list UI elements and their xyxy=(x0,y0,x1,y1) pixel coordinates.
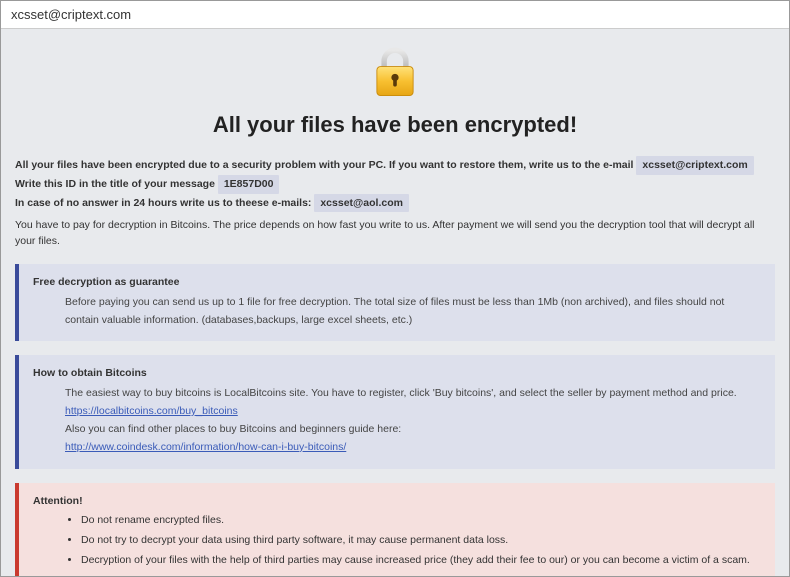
lock-icon-wrap xyxy=(15,37,775,108)
bitcoins-section: How to obtain Bitcoins The easiest way t… xyxy=(15,355,775,468)
bitcoins-body: The easiest way to buy bitcoins is Local… xyxy=(33,385,761,456)
lock-icon xyxy=(366,43,424,101)
intro-line2: Write this ID in the title of your messa… xyxy=(15,178,218,190)
bitcoins-title: How to obtain Bitcoins xyxy=(33,365,761,383)
guarantee-section: Free decryption as guarantee Before payi… xyxy=(15,264,775,342)
list-item: Do not rename encrypted files. xyxy=(81,512,761,530)
main-heading: All your files have been encrypted! xyxy=(15,112,775,138)
attention-list: Do not rename encrypted files. Do not tr… xyxy=(33,512,761,570)
intro-line1: All your files have been encrypted due t… xyxy=(15,159,636,171)
list-item: Decryption of your files with the help o… xyxy=(81,552,761,570)
attention-title: Attention! xyxy=(33,493,761,511)
content-area: All your files have been encrypted! All … xyxy=(1,29,789,576)
bitcoins-link2[interactable]: http://www.coindesk.com/information/how-… xyxy=(65,441,346,453)
guarantee-body: Before paying you can send us up to 1 fi… xyxy=(33,294,761,330)
bitcoins-link1[interactable]: https://localbitcoins.com/buy_bitcoins xyxy=(65,405,238,417)
bitcoins-line2: Also you can find other places to buy Bi… xyxy=(65,421,761,439)
list-item: Do not try to decrypt your data using th… xyxy=(81,532,761,550)
window-titlebar: xcsset@criptext.com xyxy=(1,1,789,29)
guarantee-title: Free decryption as guarantee xyxy=(33,274,761,292)
intro-line3: In case of no answer in 24 hours write u… xyxy=(15,197,314,209)
attention-section: Attention! Do not rename encrypted files… xyxy=(15,483,775,576)
email-badge-1: xcsset@criptext.com xyxy=(636,156,753,175)
bitcoins-line1: The easiest way to buy bitcoins is Local… xyxy=(65,385,761,403)
id-badge: 1E857D00 xyxy=(218,175,280,194)
intro-block: All your files have been encrypted due t… xyxy=(15,156,775,250)
email-badge-2: xcsset@aol.com xyxy=(314,194,409,213)
window-title: xcsset@criptext.com xyxy=(11,7,131,22)
pay-line: You have to pay for decryption in Bitcoi… xyxy=(15,218,775,250)
